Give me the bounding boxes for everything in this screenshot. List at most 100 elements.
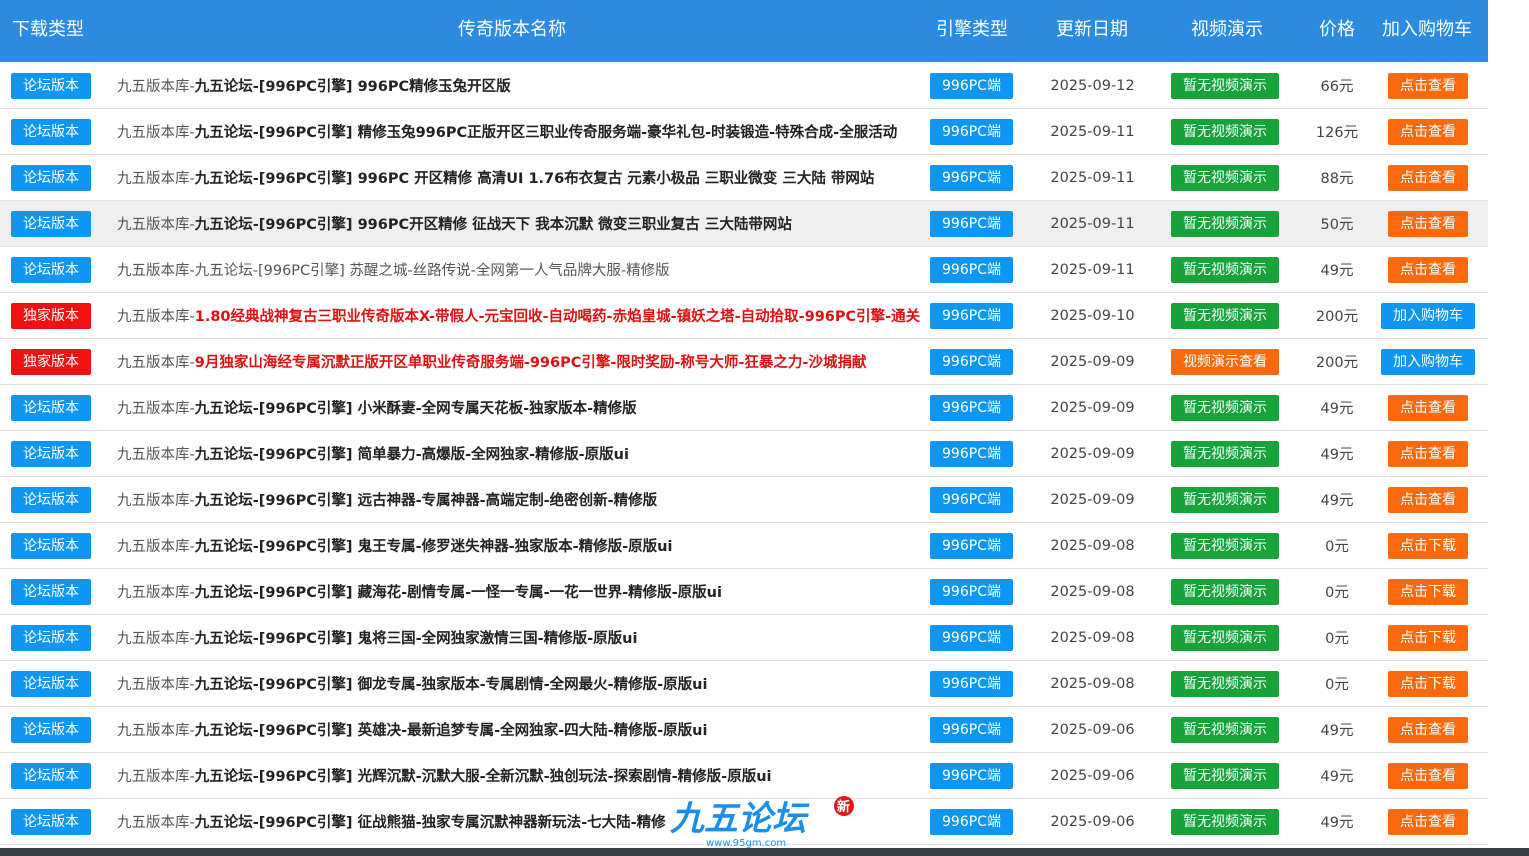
download-type-badge[interactable]: 独家版本 [11,302,91,329]
download-type-badge[interactable]: 论坛版本 [11,532,91,559]
action-button[interactable]: 点击下载 [1388,624,1468,651]
version-title-link[interactable]: 九五版本库-九五论坛-[996PC引擎] 996PC开区精修 征战天下 我本沉默… [117,213,930,234]
action-button[interactable]: 点击查看 [1388,118,1468,145]
action-button[interactable]: 点击下载 [1388,670,1468,697]
version-title-link[interactable]: 九五版本库-九五论坛-[996PC引擎] 996PC精修玉兔开区版 [117,75,930,96]
version-title-link[interactable]: 九五版本库-九五论坛-[996PC引擎] 鬼王专属-修罗迷失神器-独家版本-精修… [117,535,930,556]
version-title-link[interactable]: 九五版本库-九五论坛-[996PC引擎] 英雄决-最新追梦专属-全网独家-四大陆… [117,719,930,740]
version-title-link[interactable]: 九五版本库-九五论坛-[996PC引擎] 996PC 开区精修 高清UI 1.7… [117,167,930,188]
action-button[interactable]: 点击查看 [1388,164,1468,191]
video-demo-button[interactable]: 暂无视频演示 [1171,808,1279,835]
download-type-badge[interactable]: 论坛版本 [11,716,91,743]
header-add-to-cart[interactable]: 加入购物车 [1382,0,1472,62]
version-title-prefix: 九五版本库- [117,217,195,233]
video-demo-button[interactable]: 暂无视频演示 [1171,716,1279,743]
header-update-date[interactable]: 更新日期 [1056,0,1128,62]
engine-badge[interactable]: 996PC端 [930,624,1013,651]
download-type-badge[interactable]: 论坛版本 [11,624,91,651]
action-button[interactable]: 点击查看 [1388,210,1468,237]
download-type-badge[interactable]: 论坛版本 [11,808,91,835]
header-video-demo[interactable]: 视频演示 [1191,0,1263,62]
download-type-badge[interactable]: 论坛版本 [11,578,91,605]
engine-badge[interactable]: 996PC端 [930,118,1013,145]
engine-badge[interactable]: 996PC端 [930,302,1013,329]
video-demo-button[interactable]: 暂无视频演示 [1171,256,1279,283]
table-row: 论坛版本 九五版本库-九五论坛-[996PC引擎] 御龙专属-独家版本-专属剧情-… [0,661,1488,707]
engine-badge[interactable]: 996PC端 [930,532,1013,559]
download-type-badge[interactable]: 论坛版本 [11,670,91,697]
engine-badge[interactable]: 996PC端 [930,72,1013,99]
action-button[interactable]: 点击查看 [1388,256,1468,283]
header-price[interactable]: 价格 [1319,0,1355,62]
action-button[interactable]: 点击查看 [1388,72,1468,99]
action-button[interactable]: 点击下载 [1388,532,1468,559]
download-type-badge[interactable]: 独家版本 [11,348,91,375]
version-title-link[interactable]: 九五版本库-九五论坛-[996PC引擎] 简单暴力-高爆版-全网独家-精修版-原… [117,443,930,464]
video-demo-button[interactable]: 暂无视频演示 [1171,486,1279,513]
version-title-link[interactable]: 九五版本库-九五论坛-[996PC引擎] 御龙专属-独家版本-专属剧情-全网最火… [117,673,930,694]
engine-badge[interactable]: 996PC端 [930,716,1013,743]
version-title-link[interactable]: 九五版本库-九五论坛-[996PC引擎] 藏海花-剧情专属-一怪一专属-一花一世… [117,581,930,602]
version-title-link[interactable]: 九五版本库-九五论坛-[996PC引擎] 小米酥妻-全网专属天花板-独家版本-精… [117,397,930,418]
video-demo-button[interactable]: 暂无视频演示 [1171,394,1279,421]
engine-badge[interactable]: 996PC端 [930,164,1013,191]
video-demo-button[interactable]: 暂无视频演示 [1171,624,1279,651]
action-button[interactable]: 加入购物车 [1381,302,1475,329]
video-demo-button[interactable]: 暂无视频演示 [1171,210,1279,237]
header-version-name[interactable]: 传奇版本名称 [458,0,566,62]
version-title-link[interactable]: 九五版本库-九五论坛-[996PC引擎] 远古神器-专属神器-高端定制-绝密创新… [117,489,930,510]
download-type-badge[interactable]: 论坛版本 [11,210,91,237]
engine-badge[interactable]: 996PC端 [930,348,1013,375]
engine-badge[interactable]: 996PC端 [930,256,1013,283]
forum-logo[interactable]: 九五论坛 新 www.95gm.com [666,792,866,852]
version-title-link[interactable]: 九五版本库-九五论坛-[996PC引擎] 鬼将三国-全网独家激情三国-精修版-原… [117,627,930,648]
header-engine-type[interactable]: 引擎类型 [936,0,1008,62]
action-button[interactable]: 点击查看 [1388,440,1468,467]
video-demo-button[interactable]: 暂无视频演示 [1171,578,1279,605]
video-demo-button[interactable]: 暂无视频演示 [1171,302,1279,329]
engine-badge[interactable]: 996PC端 [930,440,1013,467]
engine-badge[interactable]: 996PC端 [930,578,1013,605]
version-title-rest: 九五论坛-[996PC引擎] 苏醒之城-丝路传说-全网第一人气品牌大服-精修版 [194,263,670,279]
version-title-link[interactable]: 九五版本库-九五论坛-[996PC引擎] 光辉沉默-沉默大服-全新沉默-独创玩法… [117,765,930,786]
version-title-link[interactable]: 九五版本库-九五论坛-[996PC引擎] 苏醒之城-丝路传说-全网第一人气品牌大… [117,259,930,280]
version-title-link[interactable]: 九五版本库-1.80经典战神复古三职业传奇版本X-带假人-元宝回收-自动喝药-赤… [117,305,930,326]
version-title-main: 9月独家山海经专属沉默正版开区单职业传奇服务端-996PC引擎-限时奖励-称号大… [194,355,867,371]
download-type-badge[interactable]: 论坛版本 [11,394,91,421]
action-button[interactable]: 点击查看 [1388,486,1468,513]
video-demo-button[interactable]: 暂无视频演示 [1171,532,1279,559]
download-type-badge[interactable]: 论坛版本 [11,164,91,191]
action-button[interactable]: 点击查看 [1388,716,1468,743]
action-button[interactable]: 加入购物车 [1381,348,1475,375]
action-button[interactable]: 点击查看 [1388,808,1468,835]
download-type-badge[interactable]: 论坛版本 [11,440,91,467]
price-cell: 0元 [1300,661,1374,706]
version-title-link[interactable]: 九五版本库-9月独家山海经专属沉默正版开区单职业传奇服务端-996PC引擎-限时… [117,351,930,372]
download-type-badge[interactable]: 论坛版本 [11,486,91,513]
action-button[interactable]: 点击查看 [1388,762,1468,789]
action-button[interactable]: 点击下载 [1388,578,1468,605]
download-type-badge[interactable]: 论坛版本 [11,256,91,283]
engine-badge[interactable]: 996PC端 [930,808,1013,835]
engine-badge[interactable]: 996PC端 [930,210,1013,237]
version-title-link[interactable]: 九五版本库-九五论坛-[996PC引擎] 精修玉兔996PC正版开区三职业传奇服… [117,121,930,142]
video-demo-button[interactable]: 暂无视频演示 [1171,164,1279,191]
video-demo-button[interactable]: 暂无视频演示 [1171,118,1279,145]
engine-badge[interactable]: 996PC端 [930,486,1013,513]
engine-badge[interactable]: 996PC端 [930,670,1013,697]
engine-badge[interactable]: 996PC端 [930,394,1013,421]
video-demo-button[interactable]: 暂无视频演示 [1171,440,1279,467]
download-type-badge[interactable]: 论坛版本 [11,72,91,99]
action-cell: 点击下载 [1378,569,1478,614]
video-demo-button[interactable]: 暂无视频演示 [1171,72,1279,99]
action-cell: 点击查看 [1378,247,1478,292]
header-download-type[interactable]: 下载类型 [12,0,84,62]
action-button[interactable]: 点击查看 [1388,394,1468,421]
price-cell: 200元 [1300,293,1374,338]
engine-badge[interactable]: 996PC端 [930,762,1013,789]
video-demo-button[interactable]: 暂无视频演示 [1171,670,1279,697]
video-demo-button[interactable]: 视频演示查看 [1171,348,1279,375]
download-type-badge[interactable]: 论坛版本 [11,118,91,145]
video-demo-button[interactable]: 暂无视频演示 [1171,762,1279,789]
download-type-badge[interactable]: 论坛版本 [11,762,91,789]
